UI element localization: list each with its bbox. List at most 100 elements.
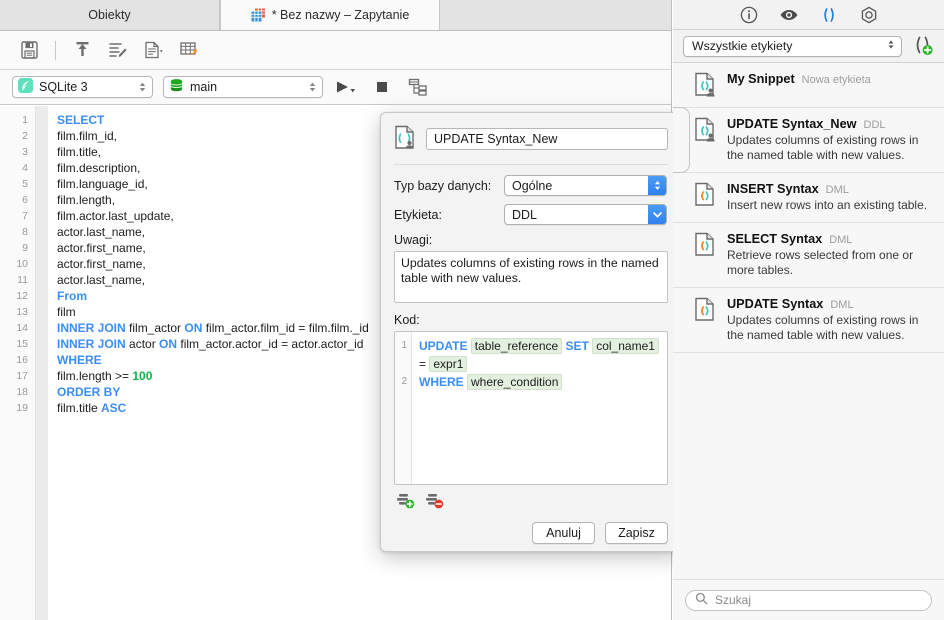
snippet-code-line: WHERE where_condition xyxy=(419,373,667,391)
snippet-list-item[interactable]: My Snippet Nowa etykieta xyxy=(673,63,944,108)
db-type-label: Typ bazy danych: xyxy=(394,178,492,193)
snippet-description: Retrieve rows selected from one or more … xyxy=(727,248,914,277)
document-dropdown-icon[interactable] xyxy=(137,36,171,64)
snippet-tag: DML xyxy=(825,184,849,196)
snippet-item-body: INSERT Syntax DML Insert new rows into an … xyxy=(727,182,932,213)
snippet-title-row: UPDATE Syntax DML xyxy=(727,297,932,311)
explain-plan-icon[interactable] xyxy=(405,75,431,99)
notes-textarea[interactable]: Updates columns of existing rows in the … xyxy=(394,251,668,303)
upload-icon[interactable] xyxy=(65,36,99,64)
tab-query[interactable]: * Bez nazwy – Zapytanie xyxy=(220,0,440,30)
snippet-list-item[interactable]: SELECT Syntax DML Retrieve rows selected f… xyxy=(673,223,944,288)
snippet-code-token: expr1 xyxy=(429,356,468,372)
label-select[interactable]: DDL xyxy=(504,204,667,225)
snippet-list-item[interactable]: UPDATE Syntax DML Updates columns of exist… xyxy=(673,288,944,353)
stop-icon[interactable] xyxy=(369,75,395,99)
tab-obiekty[interactable]: Obiekty xyxy=(0,0,220,30)
chevron-updown-icon xyxy=(307,80,318,94)
snippet-description: Insert new rows into an existing table. xyxy=(727,198,928,212)
editor-toolbar xyxy=(0,31,671,70)
search-placeholder: Szukaj xyxy=(715,593,752,607)
code-token: film xyxy=(57,305,76,319)
table-export-icon[interactable] xyxy=(173,36,207,64)
play-icon[interactable] xyxy=(333,75,359,99)
line-number: 14 xyxy=(16,322,28,334)
add-row-icon[interactable] xyxy=(397,492,416,512)
snippet-list-item[interactable]: UPDATE Syntax_New DDL Updates columns of e… xyxy=(673,107,944,173)
snippets-sidebar: Wszystkie etykiety My Snippet Nowa etykie… xyxy=(673,0,944,620)
snippet-code-body[interactable]: UPDATE table_reference SET col_name1 = ex… xyxy=(412,332,667,484)
code-token: actor.first_name, xyxy=(57,257,146,271)
snippet-description: Updates columns of existing rows in the … xyxy=(727,313,919,342)
eye-icon[interactable] xyxy=(779,5,799,25)
code-token: ON xyxy=(159,337,178,351)
snippet-name-input[interactable]: UPDATE Syntax_New xyxy=(426,128,668,150)
toolbar-separator xyxy=(55,40,56,60)
code-token: film.description, xyxy=(57,161,141,175)
line-number: 6 xyxy=(22,194,28,206)
snippet-code-gutter: 12 xyxy=(395,332,412,484)
line-number: 16 xyxy=(16,354,28,366)
code-token: actor.last_name, xyxy=(57,273,146,287)
snippet-icon: ( ) xyxy=(394,125,417,153)
snippet-code-token: col_name1 xyxy=(592,338,659,354)
snippet-tag: DML xyxy=(829,234,853,246)
database-select[interactable]: main xyxy=(163,76,323,98)
label-filter-select[interactable]: Wszystkie etykiety xyxy=(683,35,902,57)
code-token: film.language_id, xyxy=(57,177,148,191)
snippet-title: UPDATE Syntax_New xyxy=(727,117,857,131)
save-button[interactable]: Zapisz xyxy=(605,522,668,544)
search-input[interactable]: Szukaj xyxy=(685,589,932,611)
main-pane: Obiekty * Bez nazwy – Zapytanie SQLite 3… xyxy=(0,0,682,620)
database-value: main xyxy=(190,80,218,94)
db-type-select[interactable]: Ogólne xyxy=(504,175,667,196)
gutter-fold-strip xyxy=(36,106,48,620)
line-number: 17 xyxy=(16,370,28,382)
line-number: 11 xyxy=(17,274,28,286)
chevron-updown-icon xyxy=(886,38,896,54)
snippet-dml-icon xyxy=(694,232,718,258)
snippet-dml-icon xyxy=(694,182,718,208)
line-number: 19 xyxy=(16,402,28,414)
line-number: 7 xyxy=(22,210,28,222)
info-icon[interactable] xyxy=(739,5,759,25)
snippet-item-body: UPDATE Syntax DML Updates columns of exist… xyxy=(727,297,932,343)
snippet-code-editor[interactable]: 12 UPDATE table_reference SET col_name1 =… xyxy=(394,331,668,485)
line-number: 4 xyxy=(22,162,28,174)
code-token: actor.last_name, xyxy=(57,225,146,239)
snippet-list[interactable]: My Snippet Nowa etykieta UPDATE Syntax_New… xyxy=(673,63,944,579)
line-number: 3 xyxy=(22,146,28,158)
snippet-dml-icon xyxy=(694,297,718,323)
code-token: film.length >= xyxy=(57,369,133,383)
label-label: Etykieta: xyxy=(394,207,442,222)
code-token: actor xyxy=(125,337,160,351)
add-snippet-icon[interactable] xyxy=(912,34,934,59)
cancel-button[interactable]: Anuluj xyxy=(532,522,595,544)
snippet-ddl-icon xyxy=(694,72,718,98)
hex-settings-icon[interactable] xyxy=(859,5,879,25)
snippet-title: INSERT Syntax xyxy=(727,182,819,196)
remove-row-icon[interactable] xyxy=(426,492,445,512)
code-token: actor.first_name, xyxy=(57,241,146,255)
snippet-title-row: INSERT Syntax DML xyxy=(727,182,932,196)
chevron-down-icon xyxy=(648,205,666,224)
snippet-title: UPDATE Syntax xyxy=(727,297,824,311)
label-value: DDL xyxy=(512,207,538,222)
code-token: ASC xyxy=(101,401,127,415)
line-number: 13 xyxy=(16,306,28,318)
snippet-code-token: SET xyxy=(565,339,589,353)
format-sql-icon[interactable] xyxy=(101,36,135,64)
snippets-parens-icon[interactable] xyxy=(819,5,839,25)
chevron-updown-icon xyxy=(137,80,148,94)
code-token: INNER JOIN xyxy=(57,321,126,335)
snippet-description: Updates columns of existing rows in the … xyxy=(727,133,919,162)
database-icon xyxy=(169,78,184,96)
code-token: 100 xyxy=(132,369,153,383)
driver-select[interactable]: SQLite 3 xyxy=(12,76,153,98)
code-token: film_actor xyxy=(125,321,185,335)
save-icon[interactable] xyxy=(12,36,46,64)
search-icon xyxy=(695,592,708,608)
snippet-list-item[interactable]: INSERT Syntax DML Insert new rows into an … xyxy=(673,173,944,223)
driver-value: SQLite 3 xyxy=(39,80,88,94)
tab-query-label: * Bez nazwy – Zapytanie xyxy=(271,8,410,22)
